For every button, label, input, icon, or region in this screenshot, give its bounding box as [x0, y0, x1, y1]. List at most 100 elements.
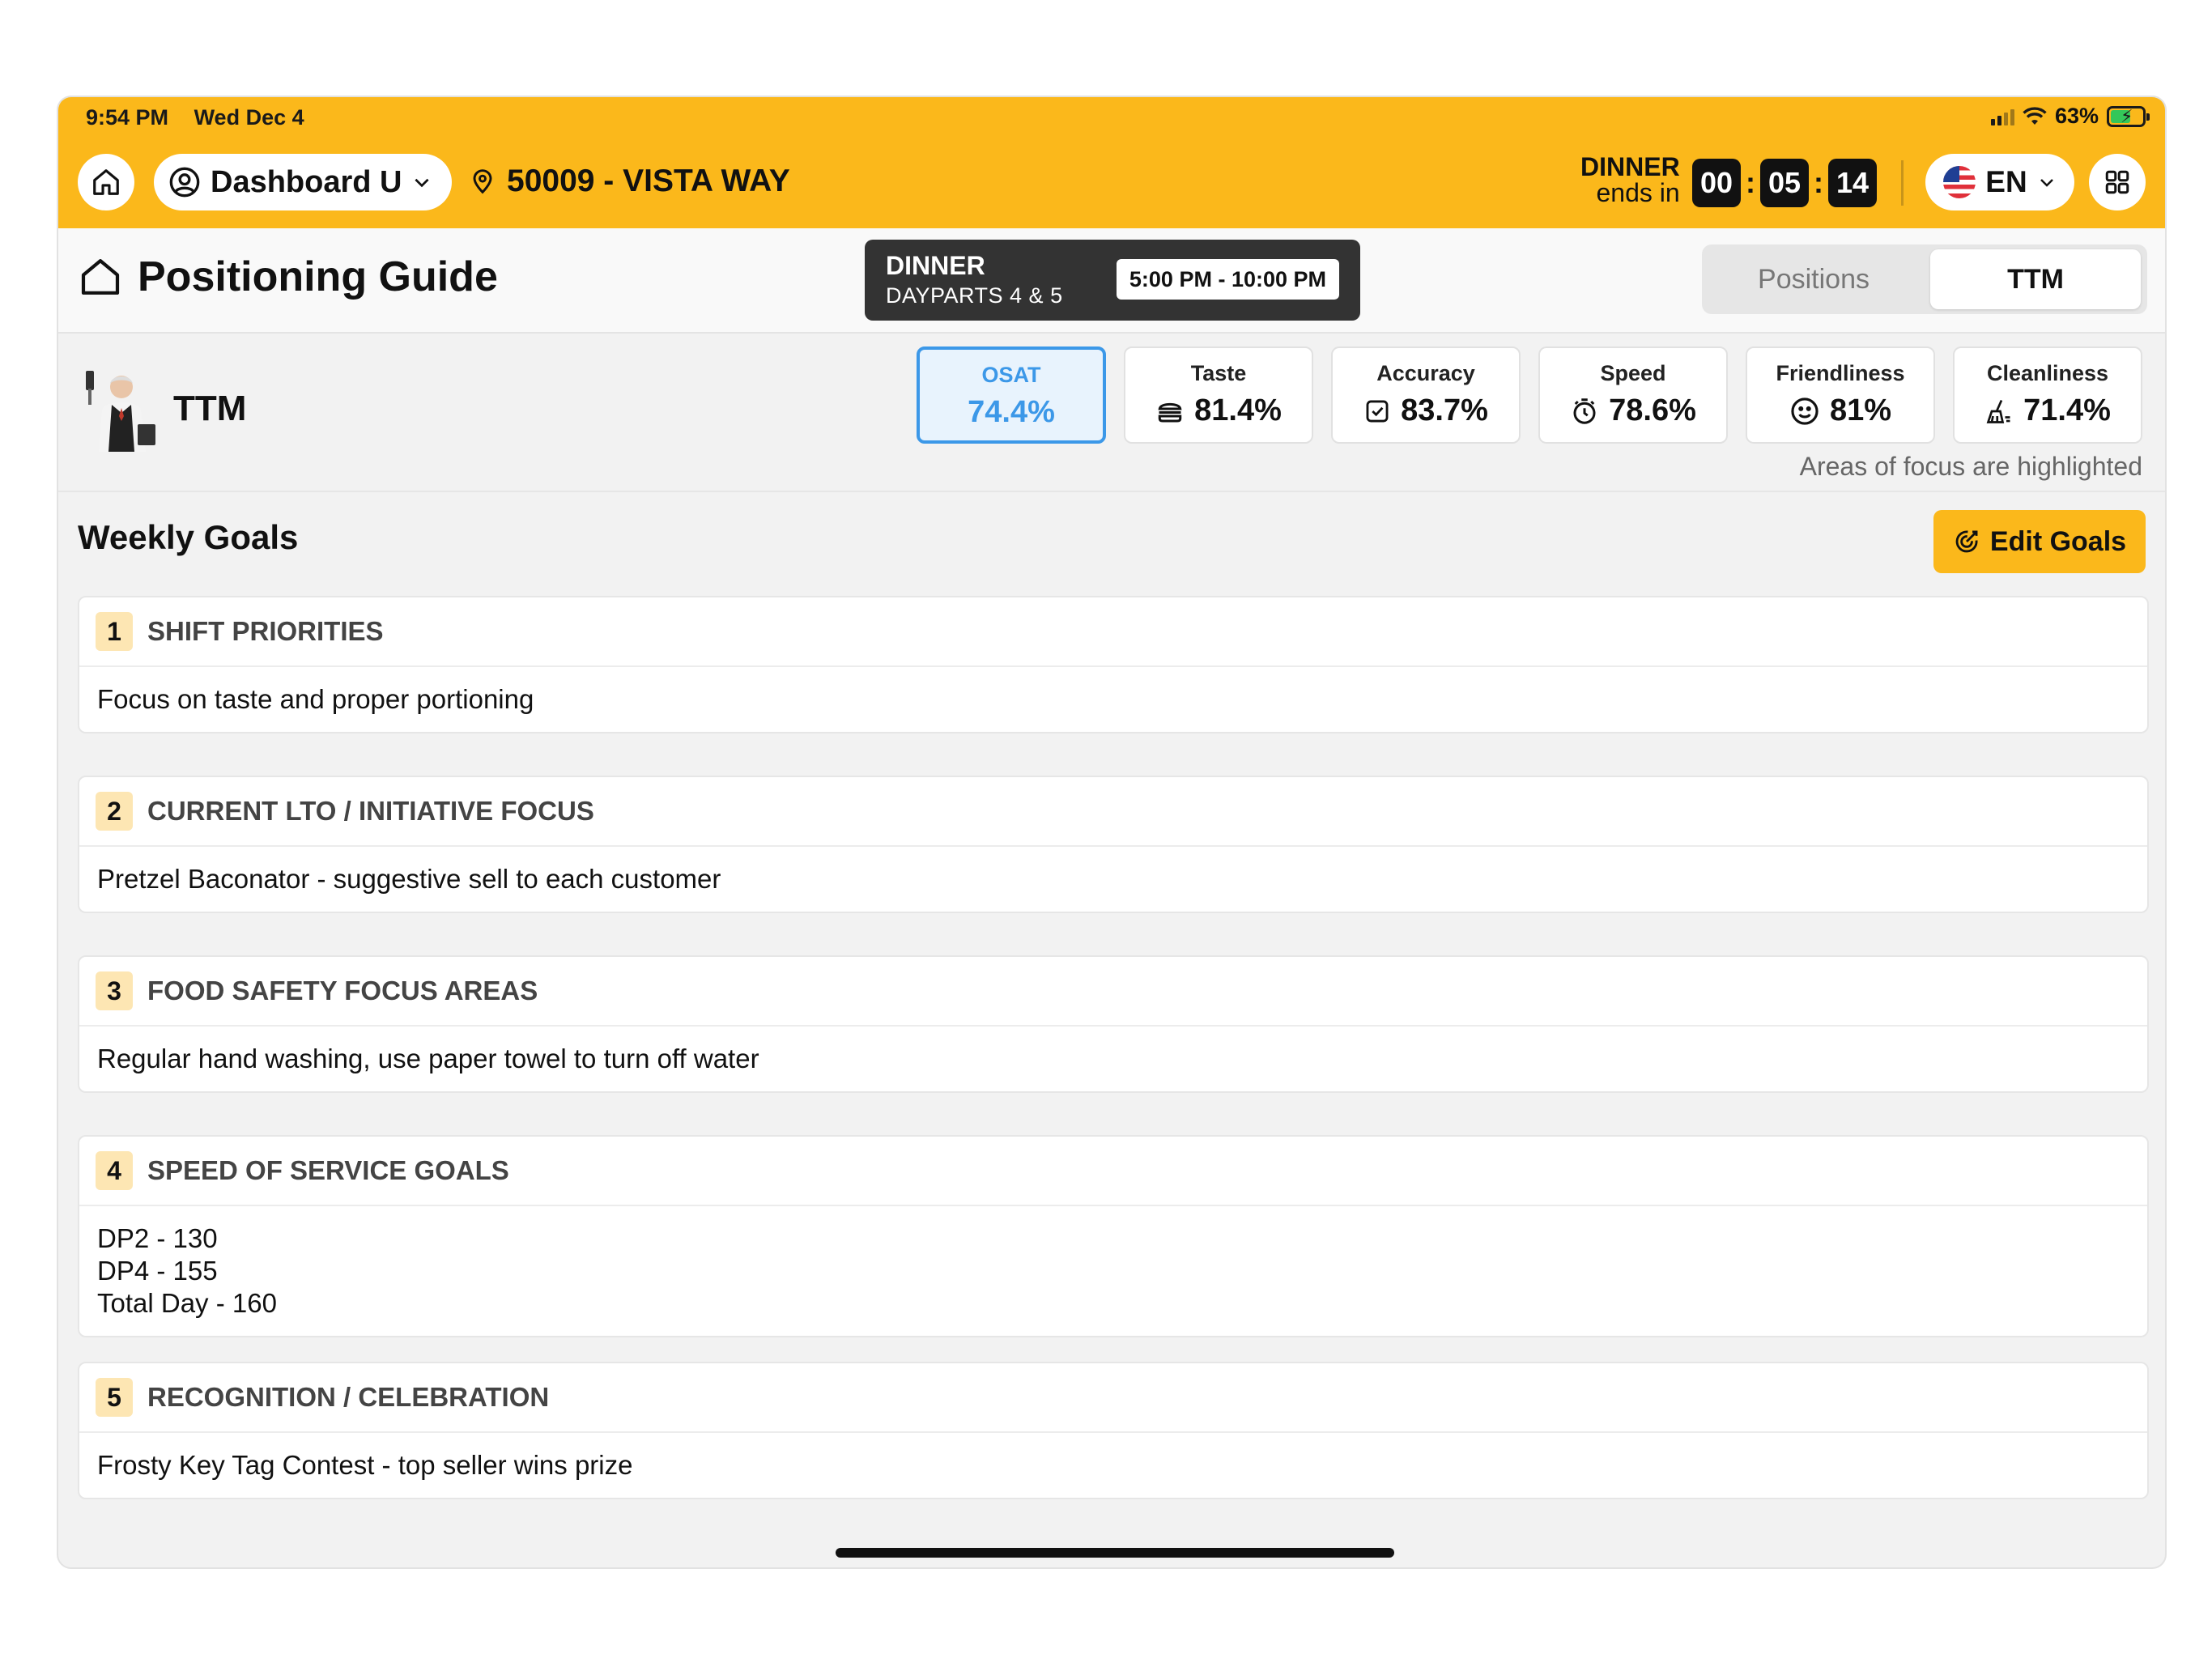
countdown-timer: 00 : 05 : 14 [1692, 159, 1877, 207]
metric-value: 71.4% [2023, 393, 2111, 427]
goal-header: 4 SPEED OF SERVICE GOALS [79, 1137, 2147, 1206]
chevron-down-icon [415, 178, 430, 188]
daypart-time-range: 5:00 PM - 10:00 PM [1116, 259, 1339, 300]
goal-title: SHIFT PRIORITIES [147, 616, 384, 646]
metric-value: 78.6% [1609, 393, 1696, 427]
metric-card-osat: OSAT 74.4% [917, 346, 1106, 444]
battery-icon: ⚡ [2107, 105, 2150, 127]
dashboard-selector[interactable]: Dashboard U [154, 154, 453, 210]
battery-percent: 63% [2054, 104, 2099, 128]
top-bar: 9:54 PM Wed Dec 4 63% ⚡ Dashboard U 5000… [58, 97, 2165, 228]
status-bar-left: 9:54 PM Wed Dec 4 [86, 105, 324, 130]
metric-value: 83.7% [1401, 393, 1488, 427]
status-time: 9:54 PM [86, 105, 169, 130]
us-flag-icon [1943, 166, 1976, 198]
divider [1901, 160, 1904, 206]
goal-header: 3 FOOD SAFETY FOCUS AREAS [79, 957, 2147, 1027]
ttm-avatar [86, 371, 155, 452]
wifi-icon [2023, 106, 2047, 125]
goal-title: SPEED OF SERVICE GOALS [147, 1155, 509, 1185]
ends-in-label: ends in [1596, 178, 1680, 207]
goal-body: Focus on taste and proper portioning [79, 667, 2147, 732]
weekly-goals-title: Weekly Goals [78, 518, 299, 556]
page-header: Positioning Guide DINNER DAYPARTS 4 & 5 … [58, 228, 2165, 334]
metric-value-wrap: 81% [1747, 393, 1933, 428]
metric-card-cleanliness: Cleanliness 71.4% [1953, 346, 2142, 444]
goal-number: 5 [96, 1378, 133, 1417]
home-icon [93, 169, 119, 195]
goal-card: 1 SHIFT PRIORITIES Focus on taste and pr… [78, 596, 2149, 733]
view-toggle: Positions TTM [1702, 244, 2147, 314]
goal-header: 5 RECOGNITION / CELEBRATION [79, 1363, 2147, 1433]
tab-positions[interactable]: Positions [1708, 249, 1919, 309]
checkbox-icon [1366, 400, 1389, 422]
goal-text: Frosty Key Tag Contest - top seller wins… [97, 1450, 633, 1480]
tab-ttm[interactable]: TTM [1930, 249, 2141, 309]
goal-header: 1 SHIFT PRIORITIES [79, 597, 2147, 667]
store-location: 50009 - VISTA WAY [470, 164, 790, 199]
metric-label: OSAT [981, 363, 1041, 387]
goal-text: Focus on taste and proper portioning [97, 684, 534, 714]
goal-number: 1 [96, 612, 133, 651]
metrics-strip: TTM OSAT 74.4% Taste 81.4% Accuracy 83.7… [58, 334, 2165, 492]
broom-icon [1986, 399, 2010, 423]
timer-colon: : [1814, 166, 1823, 199]
goal-body: Pretzel Baconator - suggestive sell to e… [79, 847, 2147, 912]
timer-colon: : [1746, 166, 1755, 199]
metric-value-wrap: 78.6% [1540, 393, 1726, 428]
language-label: EN [1985, 165, 2027, 198]
home-button[interactable] [78, 154, 134, 210]
goal-body: Frosty Key Tag Contest - top seller wins… [79, 1433, 2147, 1498]
metric-value-wrap: 83.7% [1333, 393, 1519, 428]
metric-label: Cleanliness [1986, 361, 2109, 385]
store-name: 50009 - VISTA WAY [507, 164, 790, 198]
metric-label: Friendliness [1776, 361, 1905, 385]
timer-minutes: 05 [1760, 159, 1809, 207]
status-date: Wed Dec 4 [194, 105, 304, 130]
user-circle-icon [169, 167, 200, 198]
stopwatch-icon [1573, 397, 1596, 424]
metric-label: Accuracy [1376, 361, 1475, 385]
goal-card: 5 RECOGNITION / CELEBRATION Frosty Key T… [78, 1362, 2149, 1499]
metric-card-taste: Taste 81.4% [1124, 346, 1313, 444]
metric-label: Taste [1190, 361, 1247, 385]
metric-card-friendliness: Friendliness 81% [1746, 346, 1935, 444]
daypart-banner-name: DINNER [886, 251, 985, 280]
cellular-signal-icon [1990, 108, 2014, 125]
metric-value: 81% [1829, 393, 1892, 427]
metric-card-accuracy: Accuracy 83.7% [1331, 346, 1521, 444]
home-indicator[interactable] [836, 1548, 1394, 1558]
charging-bolt-icon: ⚡ [2121, 105, 2133, 126]
goal-number: 3 [96, 971, 133, 1010]
location-pin-icon [473, 169, 492, 194]
page-title-text: Positioning Guide [138, 253, 498, 300]
goal-text: DP2 - 130 DP4 - 155 Total Day - 160 [97, 1223, 277, 1318]
smiley-icon [1791, 397, 1819, 425]
edit-goals-label: Edit Goals [1989, 525, 2127, 557]
goal-text: Regular hand washing, use paper towel to… [97, 1044, 759, 1073]
daypart-countdown-label: DINNER ends in [1580, 154, 1680, 206]
grid-icon [2105, 170, 2129, 194]
role-name: TTM [173, 389, 247, 428]
metric-value: 74.4% [968, 395, 1055, 429]
goal-body: DP2 - 130 DP4 - 155 Total Day - 160 [79, 1206, 2147, 1336]
metric-card-speed: Speed 78.6% [1538, 346, 1728, 444]
metric-value-wrap: 81.4% [1125, 393, 1312, 428]
home-outline-icon [81, 259, 120, 295]
status-bar-right: 63% ⚡ [1990, 104, 2150, 129]
daypart-name: DINNER [1580, 152, 1680, 181]
language-selector[interactable]: EN [1925, 154, 2074, 210]
edit-goals-button[interactable]: Edit Goals [1933, 510, 2146, 573]
apps-grid-button[interactable] [2089, 154, 2146, 210]
metric-label: Speed [1600, 361, 1666, 385]
burger-icon [1158, 402, 1182, 422]
goal-card: 3 FOOD SAFETY FOCUS AREAS Regular hand w… [78, 955, 2149, 1093]
goal-number: 2 [96, 792, 133, 831]
app-window: 9:54 PM Wed Dec 4 63% ⚡ Dashboard U 5000… [57, 96, 2167, 1569]
metric-value: 81.4% [1194, 393, 1282, 427]
daypart-banner: DINNER DAYPARTS 4 & 5 5:00 PM - 10:00 PM [865, 240, 1360, 321]
dashboard-label: Dashboard U [211, 164, 402, 199]
daypart-banner-sub: DAYPARTS 4 & 5 [886, 283, 1063, 308]
goal-body: Regular hand washing, use paper towel to… [79, 1027, 2147, 1091]
metric-value-wrap: 74.4% [920, 395, 1103, 430]
